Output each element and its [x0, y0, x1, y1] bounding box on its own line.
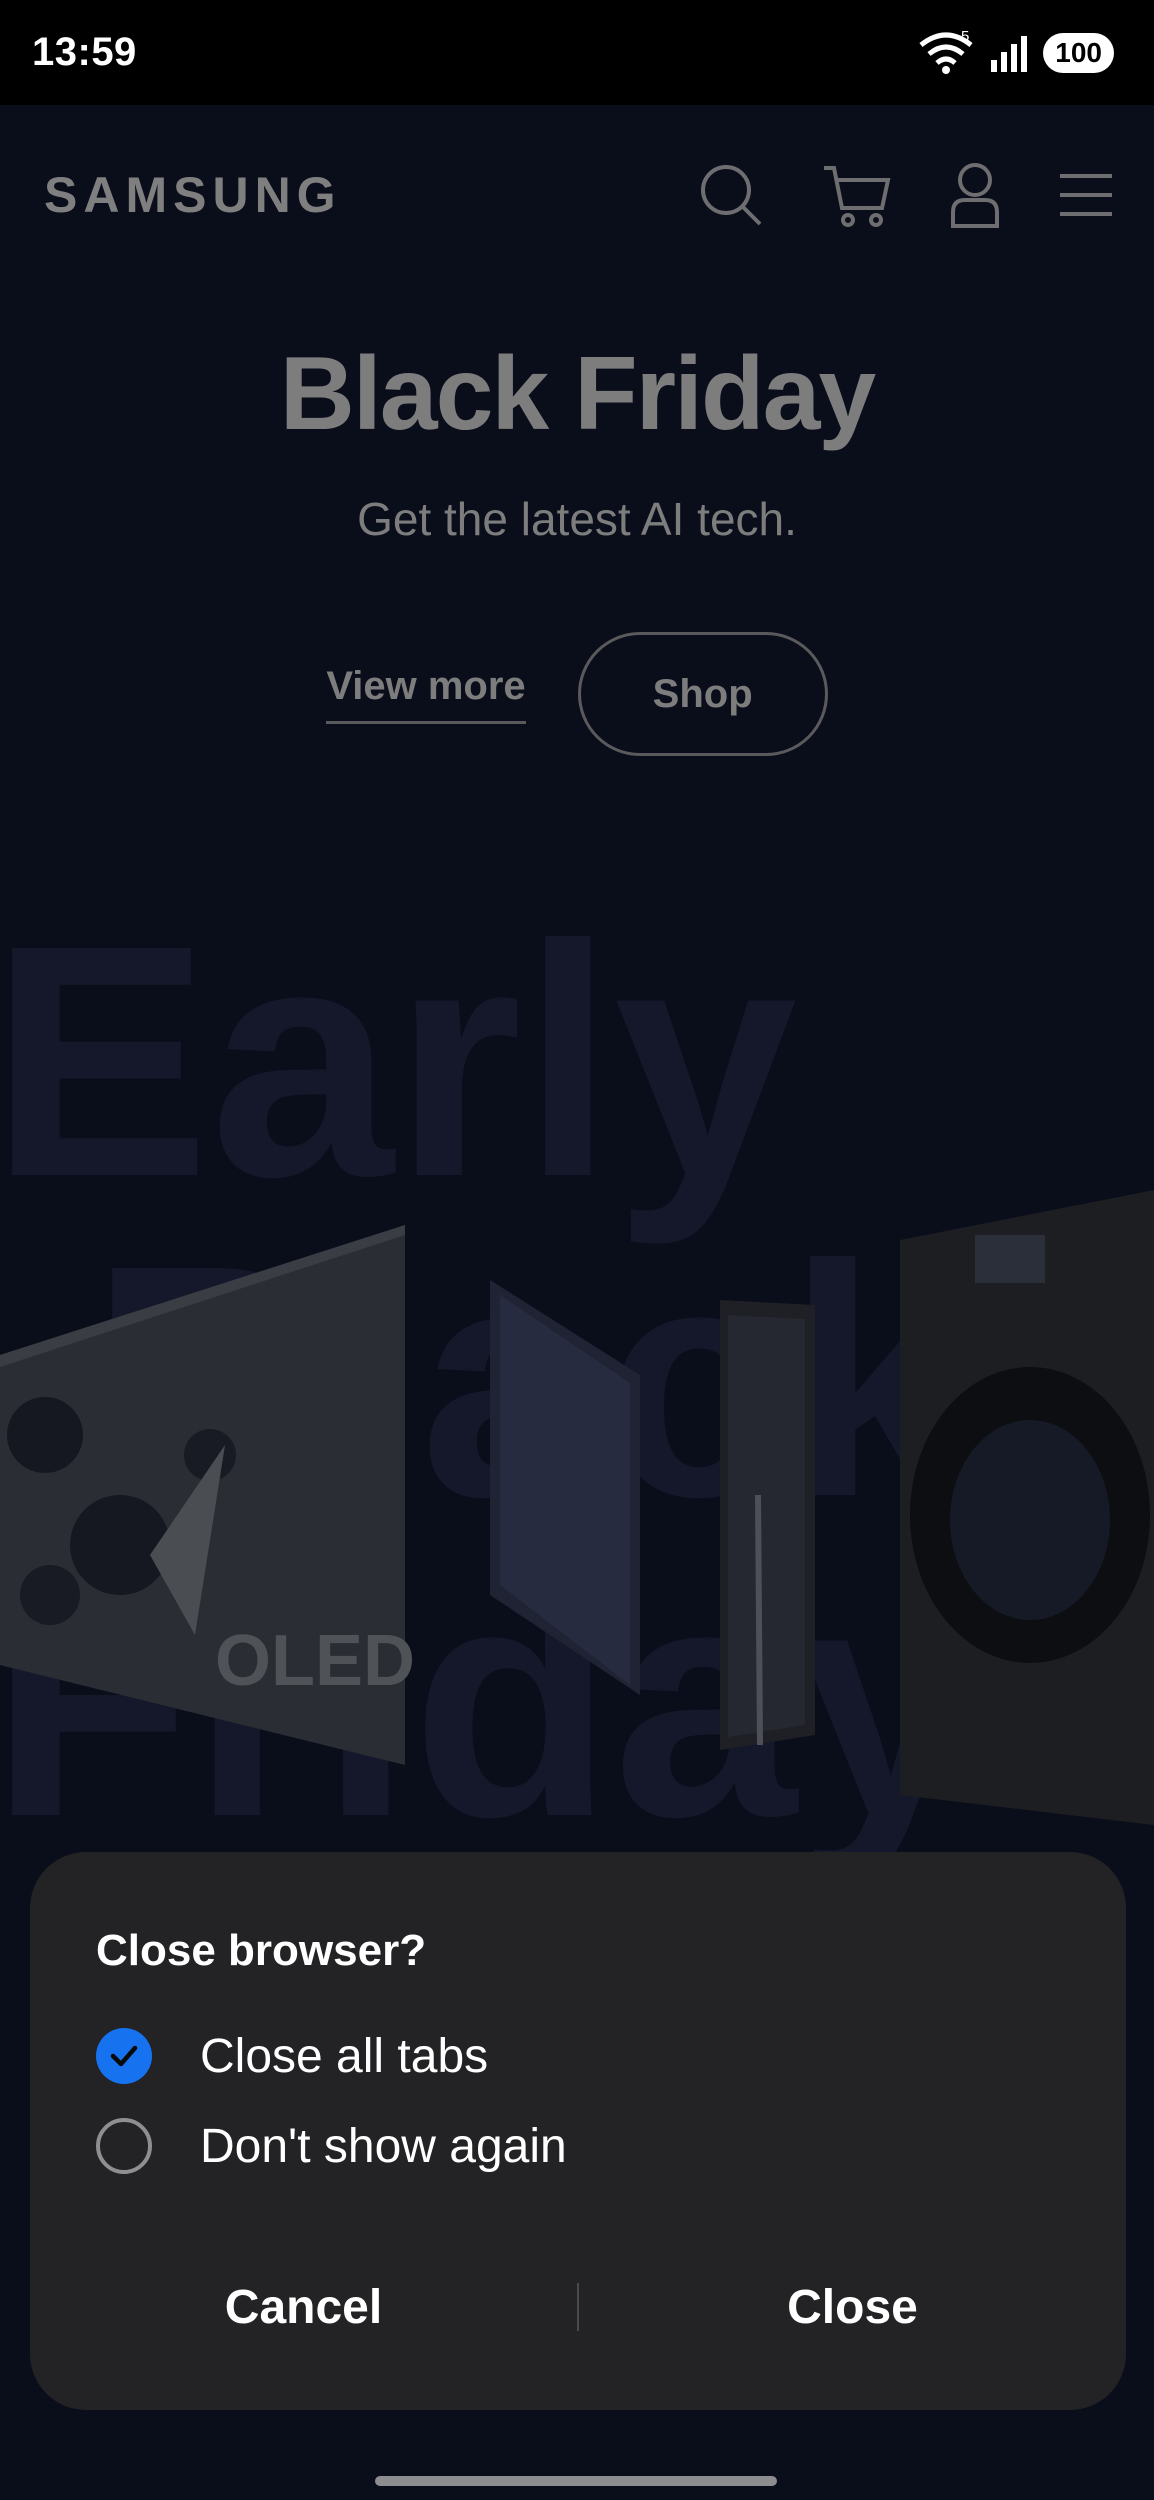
dont-show-again-option[interactable]: Don't show again: [96, 2118, 567, 2174]
checkbox-checked[interactable]: [96, 2028, 152, 2084]
status-bar: 13:59 5 100: [0, 0, 1154, 105]
hero-actions: View more Shop: [0, 632, 1154, 756]
check-icon: [110, 2045, 138, 2067]
samsung-logo[interactable]: SAMSUNG: [44, 166, 342, 224]
cart-icon[interactable]: [822, 162, 892, 228]
dialog-buttons: Cancel Close: [30, 2262, 1126, 2352]
status-time: 13:59: [32, 30, 137, 74]
option-label: Close all tabs: [200, 2029, 489, 2083]
oled-label: OLED: [215, 1621, 415, 1701]
account-icon[interactable]: [950, 162, 1000, 228]
close-button[interactable]: Close: [579, 2280, 1126, 2335]
header-icons: [698, 162, 1114, 228]
hero-subtitle: Get the latest AI tech.: [357, 493, 797, 545]
close-all-tabs-option[interactable]: Close all tabs: [96, 2028, 488, 2084]
option-label: Don't show again: [200, 2119, 567, 2173]
washer-product-image: [900, 1190, 1154, 1825]
shop-button[interactable]: Shop: [577, 632, 828, 756]
promo-banner-image[interactable]: Early Black Friday OLED: [0, 935, 1154, 1985]
phone-product-image: [720, 1300, 815, 1750]
dialog-title: Close browser?: [96, 1926, 427, 1975]
home-indicator[interactable]: [375, 2476, 777, 2486]
signal-icon: [991, 35, 1028, 72]
menu-icon[interactable]: [1058, 170, 1114, 220]
cancel-button[interactable]: Cancel: [30, 2280, 577, 2335]
view-more-link[interactable]: View more: [326, 664, 526, 724]
hero-section: Black Friday Get the latest AI tech.: [0, 335, 1154, 546]
network-generation-label: 5: [961, 31, 969, 45]
battery-indicator: 100: [1043, 32, 1114, 73]
close-browser-dialog: Close browser? Close all tabs Don't show…: [30, 1852, 1126, 2410]
site-header: SAMSUNG: [0, 105, 1154, 285]
search-icon[interactable]: [698, 162, 764, 228]
checkbox-unchecked[interactable]: [96, 2118, 152, 2174]
wifi-icon: 5: [919, 31, 973, 74]
status-icons: 5 100: [917, 31, 1114, 75]
hero-title: Black Friday: [279, 336, 877, 452]
